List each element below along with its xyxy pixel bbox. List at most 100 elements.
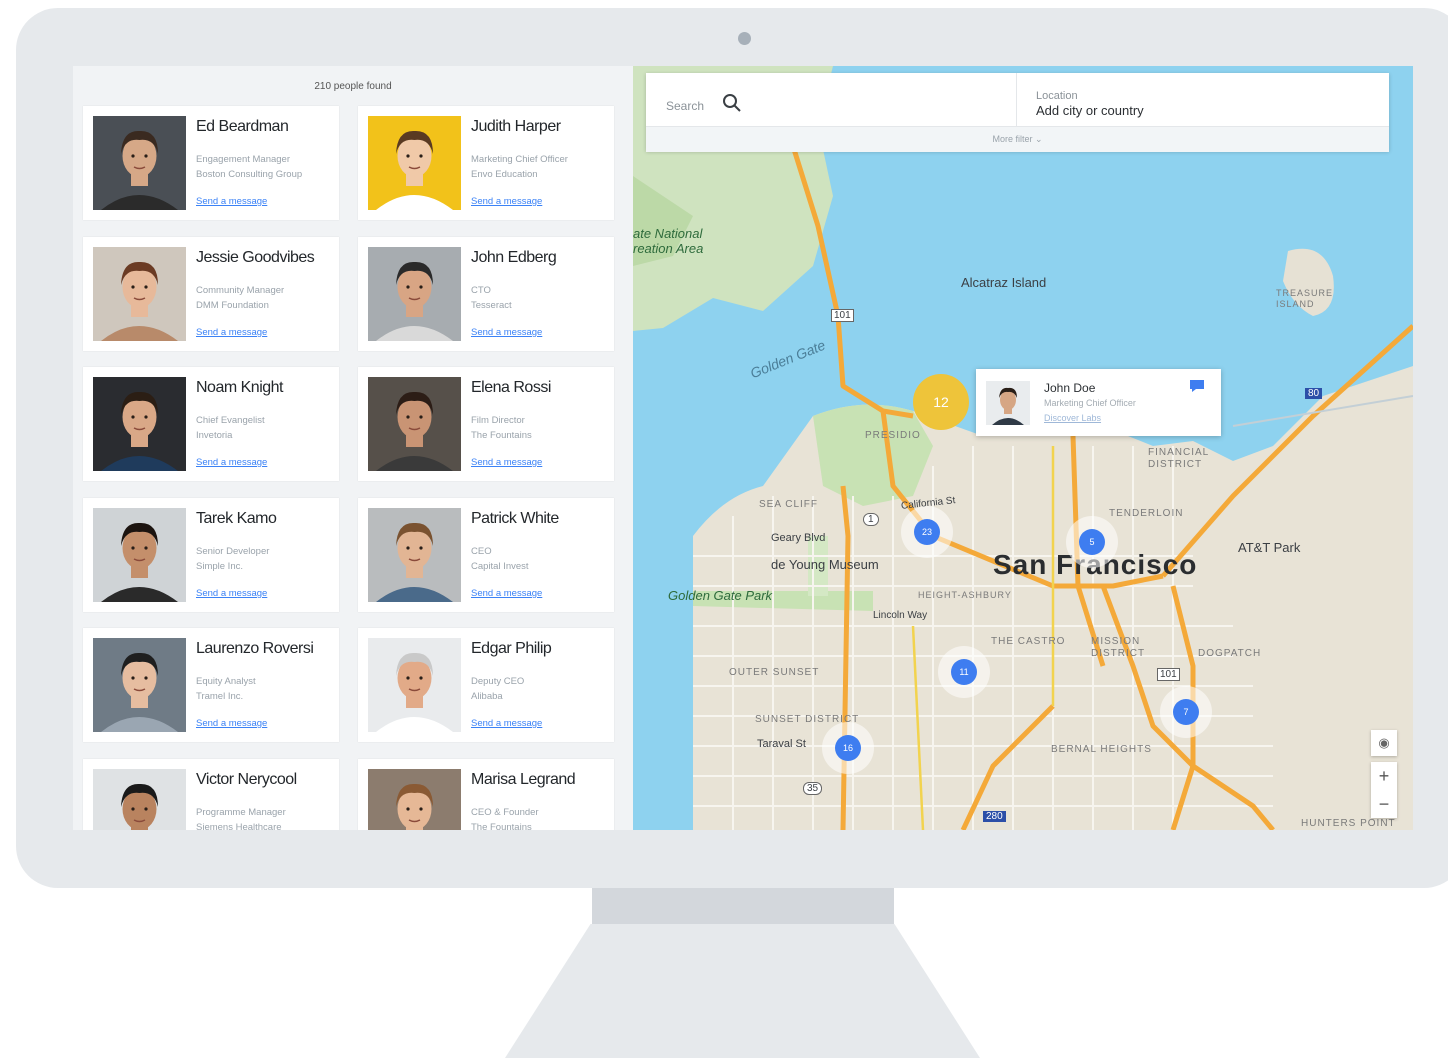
map-canvas [633,66,1413,830]
search-input[interactable]: Search [666,99,704,113]
person-card[interactable]: Laurenzo Roversi Equity Analyst Tramel Inc… [83,628,339,742]
map-label-haight: HEIGHT-ASHBURY [918,590,1012,600]
search-panel: Search Location Add city or country More… [646,73,1389,152]
person-role: Senior Developer [196,546,270,557]
person-card[interactable]: Jessie Goodvibes Community Manager DMM Fou… [83,237,339,351]
location-field[interactable]: Location Add city or country [1018,73,1389,126]
cluster-count: 5 [1079,529,1105,555]
send-message-link[interactable]: Send a message [471,196,542,207]
cluster-marker[interactable]: 16 [822,722,874,774]
person-company: Tramel Inc. [196,691,244,702]
person-name: Judith Harper [471,118,561,135]
map-label-sea-cliff: SEA CLIFF [759,499,819,510]
person-avatar [93,247,186,341]
map-label-mission: MISSION DISTRICT [1091,636,1146,659]
locate-button[interactable]: ◉ [1371,730,1397,756]
location-label: Location [1036,90,1078,102]
person-card[interactable]: Tarek Kamo Senior Developer Simple Inc. Sen… [83,498,339,612]
send-message-link[interactable]: Send a message [196,327,267,338]
person-map-popup[interactable]: John Doe Marketing Chief Officer Discove… [976,369,1221,436]
person-role: CTO [471,285,491,296]
search-field[interactable]: Search [646,73,1017,126]
person-card[interactable]: Noam Knight Chief Evangelist Invetoria Send… [83,367,339,481]
person-avatar [368,247,461,341]
zoom-controls: + − [1371,762,1397,818]
search-icon[interactable] [722,93,742,113]
person-role: Marketing Chief Officer [471,154,568,165]
app-screen: 210 people found Ed Beardman Engagement M… [73,66,1413,830]
cluster-marker[interactable]: 7 [1160,686,1212,738]
location-input[interactable]: Add city or country [1036,103,1144,118]
map-label-dogpatch: DOGPATCH [1198,648,1262,659]
cluster-count: 23 [914,519,940,545]
send-message-link[interactable]: Send a message [196,588,267,599]
map-label-lincoln: Lincoln Way [873,610,928,621]
person-card[interactable]: Marisa Legrand CEO & Founder The Fountains… [358,759,614,830]
map-label-hunters: HUNTERS POINT [1301,818,1396,829]
send-message-link[interactable]: Send a message [471,457,542,468]
map-label-castro: THE CASTRO [991,636,1066,647]
cluster-marker-large[interactable]: 12 [913,374,969,430]
send-message-link[interactable]: Send a message [471,327,542,338]
person-role: Chief Evangelist [196,415,265,426]
person-name: John Edberg [471,249,557,266]
person-name: Edgar Philip [471,640,552,657]
person-card[interactable]: Elena Rossi Film Director The Fountains Sen… [358,367,614,481]
person-avatar [93,508,186,602]
person-role: Deputy CEO [471,676,525,687]
person-name: Elena Rossi [471,379,551,396]
map-view[interactable]: ate National reation Area Alcatraz Islan… [633,66,1413,830]
chat-icon[interactable] [1188,378,1206,394]
send-message-link[interactable]: Send a message [196,196,267,207]
more-filter-button[interactable]: More filter ⌄ [646,126,1389,152]
person-card[interactable]: Patrick White CEO Capital Invest Send a mes… [358,498,614,612]
person-card[interactable]: Victor Nerycool Programme Manager Siemens … [83,759,339,830]
person-card[interactable]: Edgar Philip Deputy CEO Alibaba Send a mess… [358,628,614,742]
person-role: Community Manager [196,285,285,296]
person-company: The Fountains [471,822,532,830]
cluster-count: 16 [835,735,861,761]
person-company: Boston Consulting Group [196,169,303,180]
route-shield-1: 1 [863,513,879,526]
webcam [738,32,751,45]
popup-avatar [986,381,1030,425]
person-role: Engagement Manager [196,154,291,165]
person-company: Envo Education [471,169,538,180]
person-company: DMM Foundation [196,300,269,311]
person-name: Ed Beardman [196,118,289,135]
cluster-marker[interactable]: 11 [938,646,990,698]
send-message-link[interactable]: Send a message [196,457,267,468]
map-label-alcatraz: Alcatraz Island [961,275,1047,290]
person-role: CEO [471,546,492,557]
person-name: Victor Nerycool [196,771,297,788]
route-shield-80: 80 [1305,388,1323,399]
person-avatar [368,638,461,732]
popup-company-link[interactable]: Discover Labs [1044,413,1101,423]
person-card[interactable]: John Edberg CTO Tesseract Send a message [358,237,614,351]
monitor-neck [592,888,894,924]
map-label-outer-sunset: OUTER SUNSET [729,667,820,678]
person-avatar [368,116,461,210]
popup-role: Marketing Chief Officer [1044,398,1136,408]
person-name: Laurenzo Roversi [196,640,314,657]
person-card[interactable]: Judith Harper Marketing Chief Officer Envo… [358,106,614,220]
map-label-tenderloin: TENDERLOIN [1109,508,1184,519]
route-shield-35: 35 [803,782,823,795]
person-role: Equity Analyst [196,676,256,687]
send-message-link[interactable]: Send a message [471,588,542,599]
zoom-out-button[interactable]: − [1371,790,1397,818]
people-list-panel[interactable]: 210 people found Ed Beardman Engagement M… [73,66,633,830]
person-company: Invetoria [196,430,233,441]
zoom-in-button[interactable]: + [1371,762,1397,790]
map-label-national: ate National reation Area [633,226,704,256]
send-message-link[interactable]: Send a message [471,718,542,729]
route-shield-280: 280 [983,811,1006,822]
cluster-marker[interactable]: 23 [901,506,953,558]
person-role: Programme Manager [196,807,286,818]
route-shield-101-south: 101 [1157,668,1180,681]
people-count: 210 people found [314,81,392,92]
person-card[interactable]: Ed Beardman Engagement Manager Boston Cons… [83,106,339,220]
cluster-marker[interactable]: 5 [1066,516,1118,568]
send-message-link[interactable]: Send a message [196,718,267,729]
person-company: Tesseract [471,300,512,311]
